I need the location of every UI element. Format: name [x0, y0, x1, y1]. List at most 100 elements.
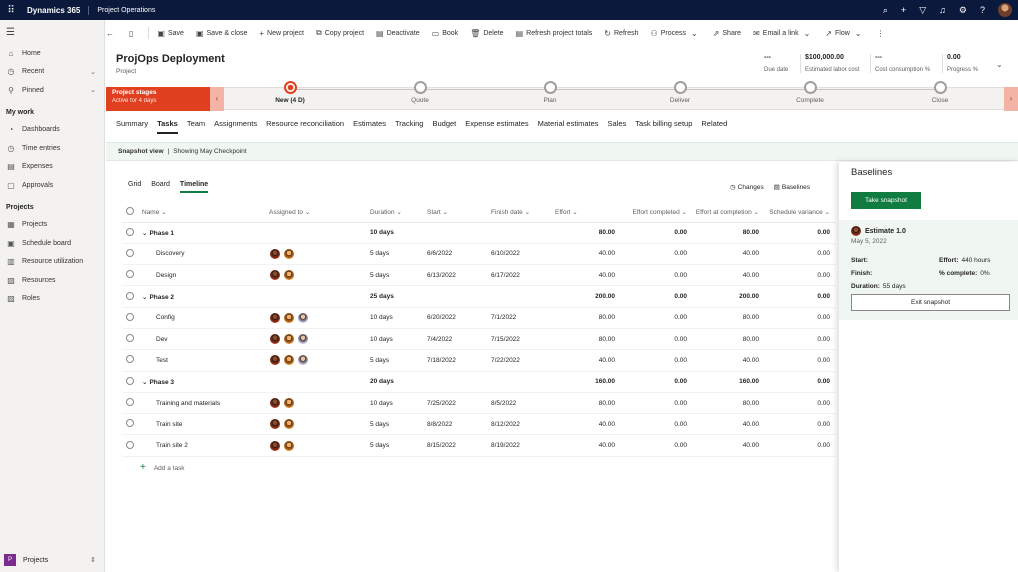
- avatar[interactable]: [283, 311, 295, 324]
- header-field-progress[interactable]: 0.00 Progress %: [942, 54, 987, 73]
- stage-quote[interactable]: Quote: [390, 81, 450, 104]
- row-select-radio[interactable]: [126, 291, 134, 300]
- brand-name[interactable]: Dynamics 365: [22, 5, 90, 15]
- exit-snapshot-button[interactable]: Exit snapshot: [851, 294, 1010, 311]
- book-button[interactable]: ▭ Book: [432, 29, 459, 38]
- schedule-variance-cell[interactable]: 0.00: [765, 392, 836, 415]
- schedule-variance-cell[interactable]: 0.00: [765, 307, 836, 329]
- phase-row[interactable]: ⌄ Phase 2 25 days 200.00 0.00 200.00 0.00: [122, 285, 836, 308]
- tab-budget[interactable]: Budget: [432, 119, 456, 134]
- start-cell[interactable]: [427, 371, 491, 393]
- chevron-down-icon[interactable]: ⌄: [142, 230, 147, 237]
- chevron-down-icon[interactable]: ⌄: [142, 294, 147, 301]
- tab-resource-reconciliation[interactable]: Resource reconciliation: [266, 119, 344, 134]
- select-all-radio[interactable]: [126, 206, 134, 215]
- start-cell[interactable]: 7/18/2022: [427, 349, 491, 372]
- row-select-radio[interactable]: [126, 419, 134, 428]
- sidebar-item-approvals[interactable]: ▢ Approvals: [0, 176, 104, 195]
- start-cell[interactable]: 7/25/2022: [427, 392, 491, 415]
- duration-cell[interactable]: 5 days: [370, 413, 427, 436]
- flow-button[interactable]: ↗ Flow ⌄: [825, 29, 864, 38]
- copy-project-button[interactable]: ⧉ Copy project: [316, 28, 364, 38]
- tab-tasks[interactable]: Tasks: [157, 119, 178, 134]
- tab-team[interactable]: Team: [187, 119, 205, 134]
- filter-icon[interactable]: ▽: [919, 5, 926, 16]
- baselines-button[interactable]: ▤ Baselines: [774, 183, 810, 191]
- sidebar-item-projects[interactable]: ▦ Projects: [0, 216, 104, 235]
- sidebar-item-pinned[interactable]: ⚲ Pinned ⌄: [0, 81, 104, 100]
- effort-cell[interactable]: 80.00: [555, 392, 621, 415]
- task-name-cell[interactable]: ⌄ Phase 3: [142, 371, 269, 393]
- refresh-button[interactable]: ↻ Refresh: [604, 29, 638, 38]
- task-name-cell[interactable]: Dev: [142, 328, 269, 351]
- assigned-to-cell[interactable]: [269, 371, 370, 393]
- tab-tracking[interactable]: Tracking: [395, 119, 423, 134]
- header-field-cost-consumption[interactable]: --- Cost consumption %: [870, 54, 942, 73]
- task-row[interactable]: Dev 10 days 7/4/2022 7/15/2022 80.00 0.00 80.0…: [122, 328, 836, 351]
- share-button[interactable]: ⇗ Share: [713, 29, 741, 38]
- effort-completed-cell[interactable]: 0.00: [621, 371, 693, 393]
- avatar[interactable]: [297, 354, 309, 367]
- chevron-right-icon[interactable]: ›: [1004, 87, 1018, 111]
- duration-cell[interactable]: 5 days: [370, 349, 427, 372]
- finish-cell[interactable]: 8/12/2022: [491, 413, 555, 436]
- start-cell[interactable]: 8/15/2022: [427, 434, 491, 457]
- assigned-to-cell[interactable]: [269, 434, 370, 457]
- schedule-variance-cell[interactable]: 0.00: [765, 371, 836, 393]
- help-icon[interactable]: ?: [980, 5, 985, 15]
- sidebar-item-expenses[interactable]: ▤ Expenses: [0, 158, 104, 177]
- open-record-button[interactable]: ▯: [129, 29, 136, 38]
- finish-cell[interactable]: 7/15/2022: [491, 328, 555, 351]
- column-header-start[interactable]: Start ⌄: [427, 202, 491, 223]
- effort-at-completion-cell[interactable]: 80.00: [693, 222, 765, 244]
- tab-assignments[interactable]: Assignments: [214, 119, 257, 134]
- more-commands-button[interactable]: ⋮: [876, 29, 887, 38]
- assigned-to-cell[interactable]: [269, 307, 370, 329]
- stage-new[interactable]: New (4 D): [260, 81, 320, 104]
- assigned-to-cell[interactable]: [269, 349, 370, 372]
- header-field-labor-cost[interactable]: $100,000.00 Estimated labor cost: [800, 54, 870, 73]
- assigned-to-cell[interactable]: [269, 285, 370, 308]
- avatar[interactable]: [269, 311, 281, 324]
- schedule-variance-cell[interactable]: 0.00: [765, 222, 836, 244]
- row-select-radio[interactable]: [126, 440, 134, 449]
- duration-cell[interactable]: 5 days: [370, 264, 427, 287]
- row-select-radio[interactable]: [126, 270, 134, 279]
- chevron-down-icon[interactable]: ⌄: [142, 379, 147, 386]
- tab-expense-estimates[interactable]: Expense estimates: [465, 119, 528, 134]
- chevron-down-icon[interactable]: ⌄: [90, 68, 96, 76]
- avatar[interactable]: [269, 247, 281, 260]
- schedule-variance-cell[interactable]: 0.00: [765, 328, 836, 351]
- effort-cell[interactable]: 80.00: [555, 307, 621, 329]
- bell-icon[interactable]: ♫: [939, 5, 946, 15]
- task-row[interactable]: Test 5 days 7/18/2022 7/22/2022 40.00 0.00 40.…: [122, 349, 836, 372]
- sidebar-item-home[interactable]: ⌂ Home: [0, 44, 104, 63]
- effort-at-completion-cell[interactable]: 80.00: [693, 328, 765, 351]
- chevron-left-icon[interactable]: ‹: [210, 87, 224, 111]
- schedule-variance-cell[interactable]: 0.00: [765, 243, 836, 266]
- schedule-variance-cell[interactable]: 0.00: [765, 413, 836, 436]
- plus-icon[interactable]: +: [901, 5, 906, 15]
- assigned-to-cell[interactable]: [269, 243, 370, 266]
- effort-completed-cell[interactable]: 0.00: [621, 328, 693, 351]
- effort-completed-cell[interactable]: 0.00: [621, 307, 693, 329]
- sidebar-item-resources[interactable]: ▧ Resources: [0, 271, 104, 290]
- tab-task-billing-setup[interactable]: Task billing setup: [635, 119, 692, 134]
- row-select-radio[interactable]: [126, 398, 134, 407]
- stage-complete[interactable]: Complete: [780, 81, 840, 104]
- sidebar-item-schedule-board[interactable]: ▣ Schedule board: [0, 234, 104, 253]
- effort-at-completion-cell[interactable]: 80.00: [693, 392, 765, 415]
- deactivate-button[interactable]: ▤ Deactivate: [376, 29, 420, 38]
- effort-completed-cell[interactable]: 0.00: [621, 285, 693, 308]
- effort-cell[interactable]: 80.00: [555, 222, 621, 244]
- start-cell[interactable]: 6/6/2022: [427, 243, 491, 266]
- assigned-to-cell[interactable]: [269, 413, 370, 436]
- effort-completed-cell[interactable]: 0.00: [621, 264, 693, 287]
- column-header-schedule-variance[interactable]: Schedule variance ⌄: [765, 202, 836, 223]
- area-switcher[interactable]: P Projects ⇕: [0, 548, 104, 572]
- sidebar-item-roles[interactable]: ▨ Roles: [0, 290, 104, 309]
- schedule-variance-cell[interactable]: 0.00: [765, 349, 836, 372]
- task-name-cell[interactable]: Train site 2: [142, 434, 269, 457]
- avatar[interactable]: [283, 397, 295, 410]
- assigned-to-cell[interactable]: [269, 222, 370, 244]
